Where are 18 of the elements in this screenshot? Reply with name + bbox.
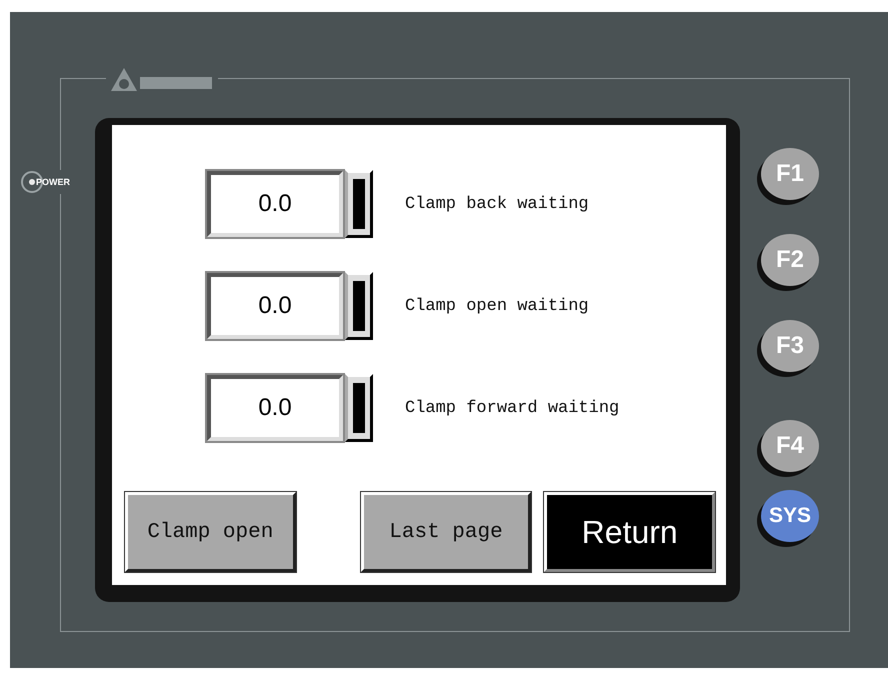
screen-button[interactable]: Return bbox=[544, 492, 716, 572]
screen-button[interactable]: Clamp open bbox=[125, 492, 296, 572]
function-key[interactable]: F3 bbox=[761, 320, 819, 372]
power-label: POWER bbox=[36, 177, 70, 187]
row-label: Clamp forward waiting bbox=[405, 398, 620, 418]
function-key[interactable]: F4 bbox=[761, 420, 819, 472]
row-label: Clamp open waiting bbox=[405, 296, 589, 316]
bar-indicator bbox=[345, 272, 373, 340]
function-key[interactable]: SYS bbox=[761, 490, 819, 542]
function-key[interactable]: F2 bbox=[761, 234, 819, 286]
numeric-display: 0.0 bbox=[207, 273, 343, 339]
bar-indicator bbox=[345, 170, 373, 238]
numeric-display: 0.0 bbox=[207, 375, 343, 441]
bar-indicator bbox=[345, 374, 373, 442]
screen-button[interactable]: Last page bbox=[360, 492, 532, 572]
function-key[interactable]: F1 bbox=[761, 148, 819, 200]
row-label: Clamp back waiting bbox=[405, 194, 589, 214]
numeric-display: 0.0 bbox=[207, 171, 343, 237]
